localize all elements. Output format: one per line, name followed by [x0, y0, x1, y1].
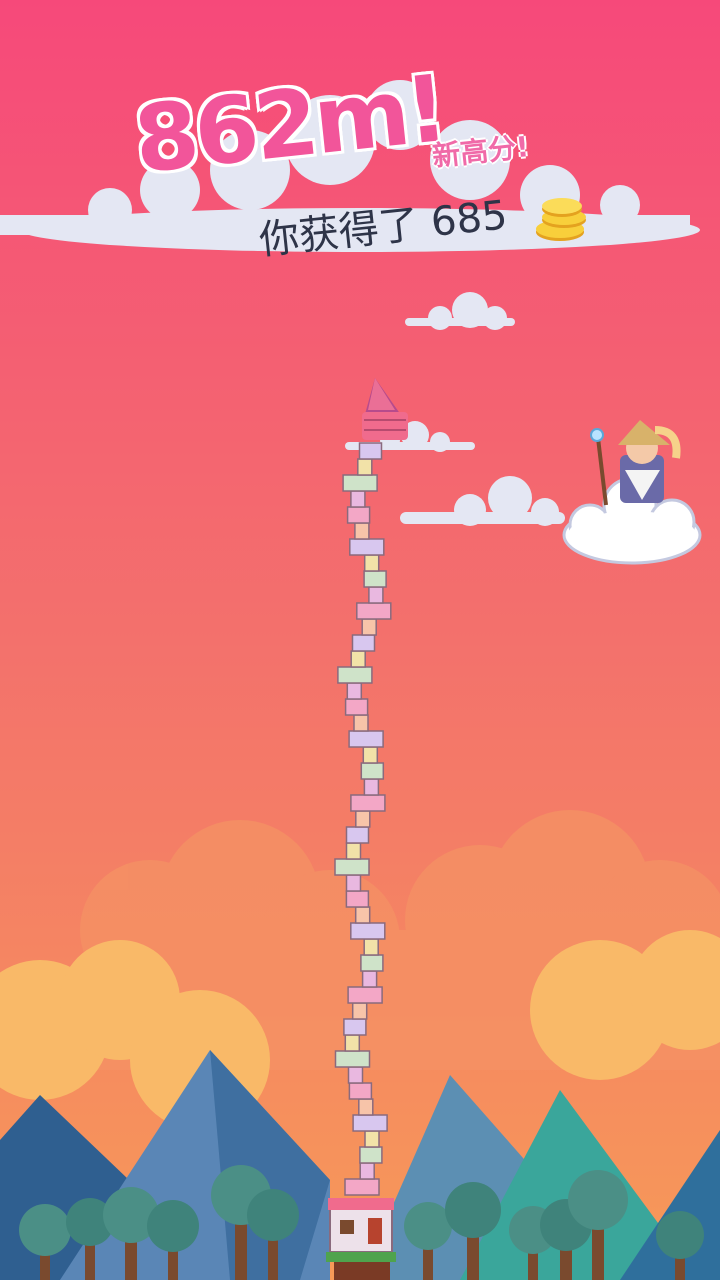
house-base-icon — [326, 1198, 396, 1280]
tower-block — [348, 1082, 373, 1100]
tower-block — [345, 826, 370, 844]
coin-stack-icon — [536, 198, 586, 241]
tower-block — [350, 794, 386, 812]
tower-block — [347, 986, 383, 1004]
tower-block — [354, 522, 370, 540]
tower-block — [358, 442, 383, 460]
tower-block — [344, 698, 369, 716]
tower-block — [334, 858, 370, 876]
tower-block — [356, 602, 392, 620]
tower-block — [353, 714, 369, 732]
tower-block — [342, 474, 378, 492]
tower-block — [363, 554, 380, 572]
tower-block — [359, 1146, 383, 1164]
tower-block — [351, 1002, 368, 1020]
tower-block — [361, 618, 377, 636]
tower-block — [334, 1050, 371, 1068]
tower-block — [364, 1130, 380, 1148]
tower-block — [361, 970, 378, 988]
tower-block — [358, 1098, 374, 1116]
tower-block — [345, 890, 370, 908]
tower-block — [344, 1034, 361, 1052]
tower-block — [363, 938, 379, 956]
tower-block — [351, 634, 376, 652]
tower-block — [352, 1114, 388, 1132]
tower-block — [344, 1178, 380, 1196]
tower-block — [350, 922, 386, 940]
tower-block — [349, 538, 385, 556]
tower-block — [363, 778, 380, 796]
tower-block — [359, 1162, 375, 1180]
tower-block — [343, 1018, 367, 1036]
tower-block — [357, 458, 373, 476]
tower-block — [345, 874, 362, 892]
tower-block — [362, 746, 379, 764]
tower-block — [350, 650, 366, 668]
tower-block — [350, 490, 366, 508]
game-scene — [0, 0, 720, 1280]
tower-block — [363, 570, 387, 588]
tower-block — [347, 1066, 364, 1084]
tower-block — [348, 730, 384, 748]
tower-block — [354, 906, 371, 924]
tower-block — [360, 954, 384, 972]
tower-block — [346, 506, 371, 524]
tower-block — [360, 762, 385, 780]
tower-block — [345, 842, 362, 860]
tower-block — [355, 810, 371, 828]
tower-block — [368, 586, 384, 604]
tower-block — [346, 682, 363, 700]
tower-block — [337, 666, 373, 684]
